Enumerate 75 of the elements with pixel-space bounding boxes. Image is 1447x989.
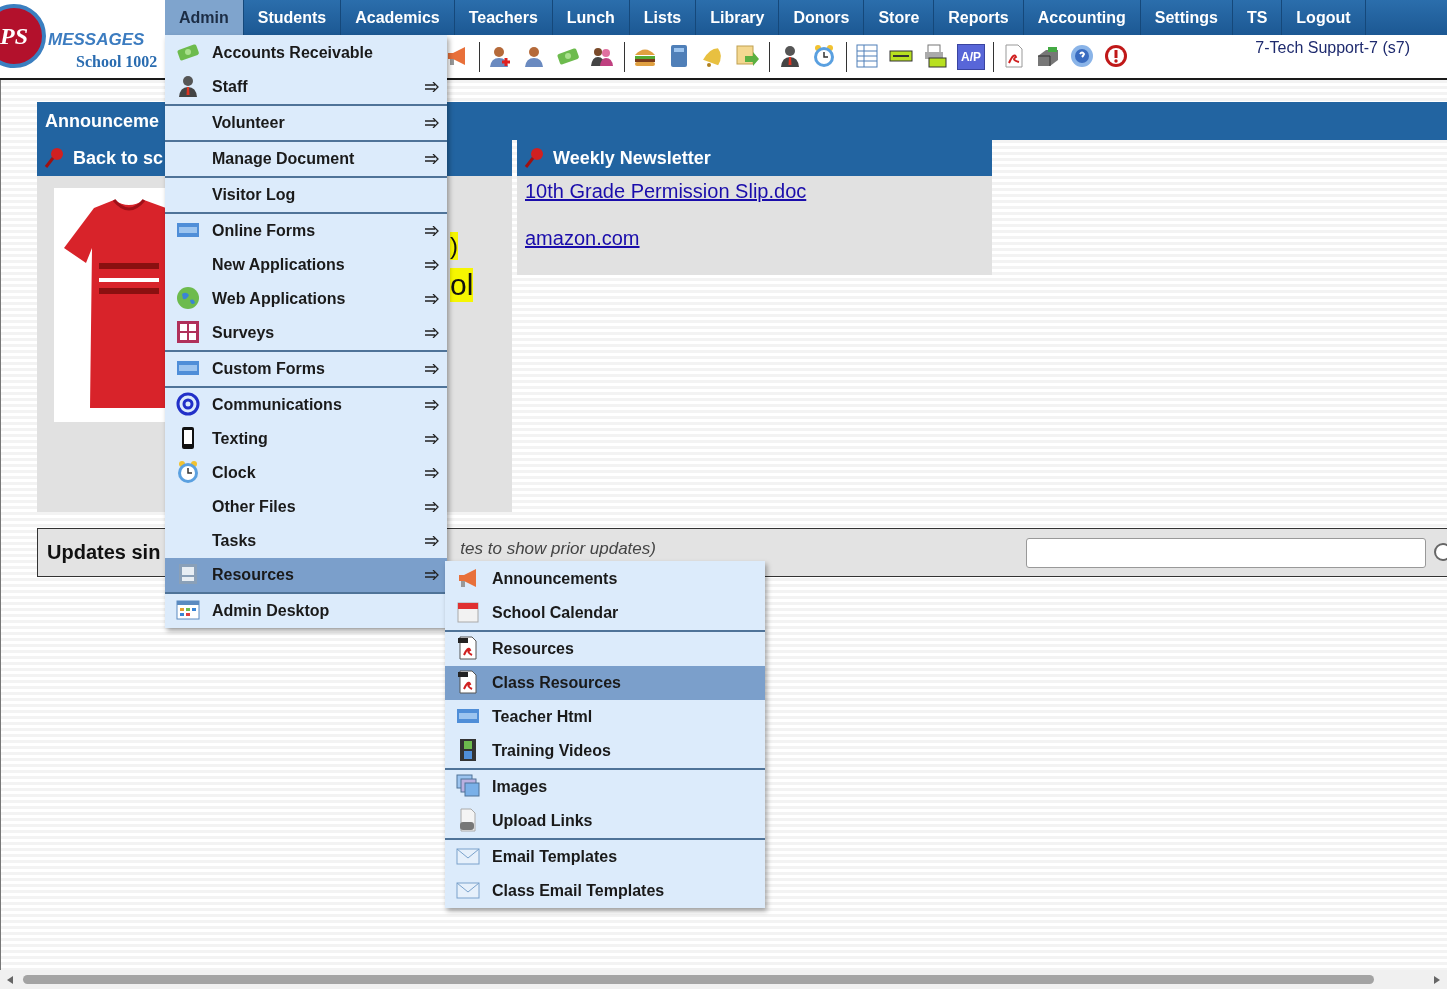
nav-tab[interactable]: Donors — [779, 0, 865, 35]
user-name: 7-Tech Support-7 (s7) — [1255, 39, 1410, 57]
card-title: Back to sc — [73, 147, 164, 169]
highlighted-text: ) — [450, 232, 458, 260]
alarm-clock-icon — [176, 460, 200, 484]
card-title: Weekly Newsletter — [553, 147, 711, 169]
grid-window-icon — [176, 598, 200, 622]
logo-mark: PS — [0, 4, 46, 68]
updates-title: Updates sin — [47, 541, 161, 564]
images-icon — [456, 774, 480, 798]
alarm-clock-icon — [812, 43, 836, 68]
menu-item[interactable]: Communications — [165, 388, 447, 422]
menu-item[interactable]: Announcements — [445, 562, 765, 596]
table-icon — [855, 43, 879, 68]
at-sign-icon — [176, 392, 200, 416]
menu-item[interactable]: Class Email Templates — [445, 874, 765, 908]
calendar-icon — [456, 600, 480, 624]
menu-item[interactable]: New Applications — [165, 248, 447, 282]
nav-tab[interactable]: Settings — [1140, 0, 1233, 35]
menu-item[interactable]: Tasks — [165, 524, 447, 558]
announcements-title: Announceme — [45, 110, 159, 132]
nav-tab[interactable]: Reports — [934, 0, 1024, 35]
scroll-thumb[interactable] — [23, 975, 1374, 984]
updates-note: tes to show prior updates) — [460, 538, 656, 559]
highlighted-text: ol — [450, 268, 474, 302]
document-arrow-icon — [735, 43, 759, 68]
person-icon — [778, 43, 802, 68]
menu-item[interactable]: Resources — [165, 558, 447, 592]
nav-tab[interactable]: Lunch — [552, 0, 630, 35]
menu-item[interactable]: Upload Links — [445, 804, 765, 838]
link[interactable]: 10th Grade Permission Slip.doc — [525, 180, 807, 203]
search-field[interactable] — [1026, 537, 1426, 568]
pdf-file-icon — [456, 670, 480, 694]
menu-item[interactable]: Custom Forms — [165, 352, 447, 386]
menu-item[interactable]: Admin Desktop — [165, 594, 447, 628]
scroll-right-icon[interactable] — [1432, 974, 1442, 985]
menu-item[interactable]: Web Applications — [165, 282, 447, 316]
nav-tab[interactable]: Accounting — [1023, 0, 1141, 35]
menu-item[interactable]: Accounts Receivable — [165, 36, 447, 70]
nav-tab[interactable]: Admin — [165, 0, 244, 35]
survey-grid-icon — [176, 320, 200, 344]
nav-tab[interactable]: Library — [696, 0, 780, 35]
menu-item[interactable]: Staff — [165, 70, 447, 104]
menu-item[interactable]: Surveys — [165, 316, 447, 350]
link[interactable]: amazon.com — [525, 227, 640, 250]
nav-tab[interactable]: Store — [864, 0, 935, 35]
menu-item[interactable]: Class Resources — [445, 666, 765, 700]
nav-tab[interactable]: TS — [1232, 0, 1283, 35]
menu-item[interactable]: Volunteer — [165, 106, 447, 140]
menu-item[interactable]: Email Templates — [445, 840, 765, 874]
menu-item[interactable]: Teacher Html — [445, 700, 765, 734]
logo-name: MESSAGES — [48, 30, 146, 50]
person-icon — [176, 74, 200, 98]
globe-icon — [176, 286, 200, 310]
printer-icon — [923, 43, 947, 68]
menu-item[interactable]: Resources — [445, 632, 765, 666]
nav-tab[interactable]: Lists — [629, 0, 697, 35]
menu-item[interactable]: Online Forms — [165, 214, 447, 248]
menu-item[interactable]: Other Files — [165, 490, 447, 524]
menu-item[interactable]: Texting — [165, 422, 447, 456]
menu-item[interactable]: Images — [445, 770, 765, 804]
menu-item[interactable]: School Calendar — [445, 596, 765, 630]
scroll-left-icon[interactable] — [5, 974, 15, 985]
ap-button[interactable]: A/P — [957, 43, 985, 70]
pdf-file-icon — [456, 636, 480, 660]
menu-item[interactable]: Manage Document — [165, 142, 447, 176]
pdf-document-icon — [1002, 43, 1026, 68]
menu-item[interactable]: Visitor Log — [165, 178, 447, 212]
menu-item[interactable]: Clock — [165, 456, 447, 490]
alert-icon — [1104, 43, 1128, 68]
nav-tab[interactable]: Teachers — [454, 0, 553, 35]
nav-tab[interactable]: Logout — [1282, 0, 1366, 35]
school-name: School 1002 — [76, 53, 158, 71]
menu-item[interactable]: Training Videos — [445, 734, 765, 768]
help-icon — [1070, 43, 1094, 68]
